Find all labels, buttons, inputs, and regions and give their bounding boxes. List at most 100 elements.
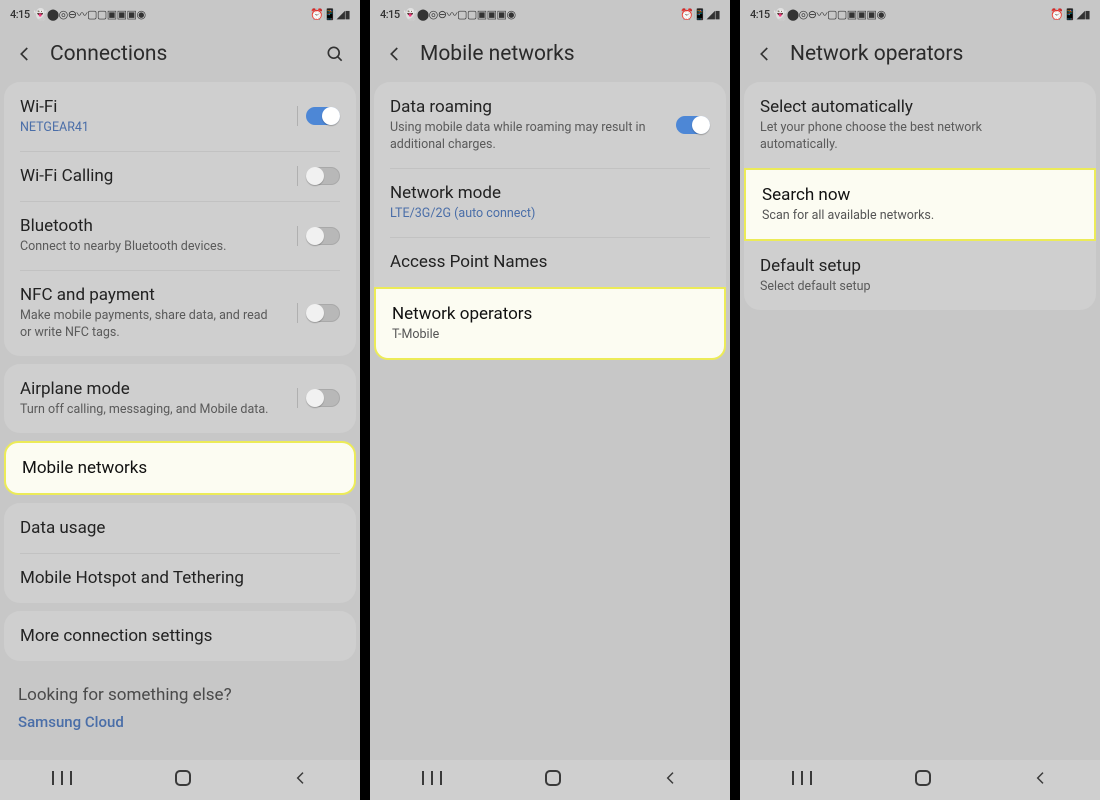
search-now-sub: Scan for all available networks.: [762, 208, 1078, 225]
operators-label: Network operators: [392, 303, 708, 325]
wifi-network: NETGEAR41: [20, 120, 340, 137]
status-left-icons: 👻⬤◎⊖〰▢▢▣▣▣◉: [34, 6, 146, 22]
row-data-usage[interactable]: Data usage: [4, 503, 356, 553]
status-bar: 4:15 👻⬤◎⊖〰▢▢▣▣▣◉ ⏰📳◢▮: [370, 0, 730, 28]
back-nav-icon[interactable]: [293, 770, 309, 790]
card-wireless: Wi-Fi NETGEAR41 Wi-Fi Calling Bluetooth …: [4, 82, 356, 356]
bluetooth-sub: Connect to nearby Bluetooth devices.: [20, 239, 340, 256]
card-search-now: Search now Scan for all available networ…: [744, 168, 1096, 241]
home-icon[interactable]: [174, 769, 192, 791]
status-right-icons: ⏰📳◢▮: [310, 8, 350, 21]
recents-icon[interactable]: [791, 769, 813, 791]
status-right-icons: ⏰📳◢▮: [1050, 8, 1090, 21]
more-settings-label: More connection settings: [20, 625, 340, 647]
page-title: Mobile networks: [420, 42, 716, 66]
nav-bar: [740, 760, 1100, 800]
row-airplane[interactable]: Airplane mode Turn off calling, messagin…: [4, 364, 356, 433]
toggle-separator: [297, 303, 298, 323]
screen-connections: 4:15 👻⬤◎⊖〰▢▢▣▣▣◉ ⏰📳◢▮ Connections Wi-Fi …: [0, 0, 360, 800]
roaming-toggle[interactable]: [676, 116, 710, 134]
search-icon[interactable]: [324, 43, 346, 65]
looking-heading: Looking for something else?: [0, 669, 360, 713]
wifi-calling-label: Wi-Fi Calling: [20, 165, 340, 187]
samsung-cloud-link[interactable]: Samsung Cloud: [0, 713, 360, 749]
operators-value: T-Mobile: [392, 327, 708, 344]
back-nav-icon[interactable]: [1033, 770, 1049, 790]
home-icon[interactable]: [544, 769, 562, 791]
card-auto: Select automatically Let your phone choo…: [744, 82, 1096, 168]
nav-bar: [370, 760, 730, 800]
screen-mobile-networks: 4:15 👻⬤◎⊖〰▢▢▣▣▣◉ ⏰📳◢▮ Mobile networks Da…: [370, 0, 730, 800]
app-bar: Network operators: [740, 28, 1100, 82]
row-more-settings[interactable]: More connection settings: [4, 611, 356, 661]
card-mobile-networks: Mobile networks: [4, 441, 356, 495]
bluetooth-toggle[interactable]: [306, 227, 340, 245]
back-icon[interactable]: [384, 43, 406, 65]
search-now-label: Search now: [762, 184, 1078, 206]
status-bar: 4:15 👻⬤◎⊖〰▢▢▣▣▣◉ ⏰📳◢▮: [0, 0, 360, 28]
row-wifi[interactable]: Wi-Fi NETGEAR41: [4, 82, 356, 151]
roaming-label: Data roaming: [390, 96, 710, 118]
recents-icon[interactable]: [51, 769, 73, 791]
row-bluetooth[interactable]: Bluetooth Connect to nearby Bluetooth de…: [4, 201, 356, 270]
toggle-separator: [297, 166, 298, 186]
page-title: Connections: [50, 42, 310, 66]
nfc-sub: Make mobile payments, share data, and re…: [20, 308, 340, 342]
toggle-separator: [297, 106, 298, 126]
back-icon[interactable]: [14, 43, 36, 65]
row-data-roaming[interactable]: Data roaming Using mobile data while roa…: [374, 82, 726, 168]
app-bar: Mobile networks: [370, 28, 730, 82]
back-icon[interactable]: [754, 43, 776, 65]
airplane-label: Airplane mode: [20, 378, 340, 400]
wifi-label: Wi-Fi: [20, 96, 340, 118]
row-network-operators[interactable]: Network operators T-Mobile: [376, 289, 724, 358]
network-mode-value: LTE/3G/2G (auto connect): [390, 206, 710, 223]
auto-sub: Let your phone choose the best network a…: [760, 120, 1080, 154]
card-network-settings: Data roaming Using mobile data while roa…: [374, 82, 726, 287]
nav-bar: [0, 760, 360, 800]
status-left-icons: 👻⬤◎⊖〰▢▢▣▣▣◉: [774, 6, 886, 22]
card-default: Default setup Select default setup: [744, 241, 1096, 310]
card-network-operators: Network operators T-Mobile: [374, 287, 726, 360]
roaming-sub: Using mobile data while roaming may resu…: [390, 120, 710, 154]
status-time: 4:15: [380, 8, 400, 21]
status-right-icons: ⏰📳◢▮: [680, 8, 720, 21]
row-nfc[interactable]: NFC and payment Make mobile payments, sh…: [4, 270, 356, 356]
wifi-toggle[interactable]: [306, 107, 340, 125]
recents-icon[interactable]: [421, 769, 443, 791]
toggle-separator: [297, 388, 298, 408]
row-hotspot[interactable]: Mobile Hotspot and Tethering: [4, 553, 356, 603]
toggle-separator: [297, 226, 298, 246]
nfc-toggle[interactable]: [306, 304, 340, 322]
apn-label: Access Point Names: [390, 251, 710, 273]
bluetooth-label: Bluetooth: [20, 215, 340, 237]
airplane-toggle[interactable]: [306, 389, 340, 407]
row-wifi-calling[interactable]: Wi-Fi Calling: [4, 151, 356, 201]
status-bar: 4:15 👻⬤◎⊖〰▢▢▣▣▣◉ ⏰📳◢▮: [740, 0, 1100, 28]
row-mobile-networks[interactable]: Mobile networks: [6, 443, 354, 493]
card-more: More connection settings: [4, 611, 356, 661]
screen-network-operators: 4:15 👻⬤◎⊖〰▢▢▣▣▣◉ ⏰📳◢▮ Network operators …: [740, 0, 1100, 800]
mobile-networks-label: Mobile networks: [22, 457, 338, 479]
airplane-sub: Turn off calling, messaging, and Mobile …: [20, 402, 340, 419]
row-default-setup[interactable]: Default setup Select default setup: [744, 241, 1096, 310]
default-label: Default setup: [760, 255, 1080, 277]
app-bar: Connections: [0, 28, 360, 82]
page-title: Network operators: [790, 42, 1086, 66]
row-network-mode[interactable]: Network mode LTE/3G/2G (auto connect): [374, 168, 726, 237]
auto-label: Select automatically: [760, 96, 1080, 118]
home-icon[interactable]: [914, 769, 932, 791]
status-time: 4:15: [750, 8, 770, 21]
status-time: 4:15: [10, 8, 30, 21]
row-search-now[interactable]: Search now Scan for all available networ…: [746, 170, 1094, 239]
data-usage-label: Data usage: [20, 517, 340, 539]
row-select-auto[interactable]: Select automatically Let your phone choo…: [744, 82, 1096, 168]
card-data: Data usage Mobile Hotspot and Tethering: [4, 503, 356, 603]
status-left-icons: 👻⬤◎⊖〰▢▢▣▣▣◉: [404, 6, 516, 22]
back-nav-icon[interactable]: [663, 770, 679, 790]
default-sub: Select default setup: [760, 279, 1080, 296]
wifi-calling-toggle[interactable]: [306, 167, 340, 185]
row-apn[interactable]: Access Point Names: [374, 237, 726, 287]
nfc-label: NFC and payment: [20, 284, 340, 306]
card-airplane: Airplane mode Turn off calling, messagin…: [4, 364, 356, 433]
